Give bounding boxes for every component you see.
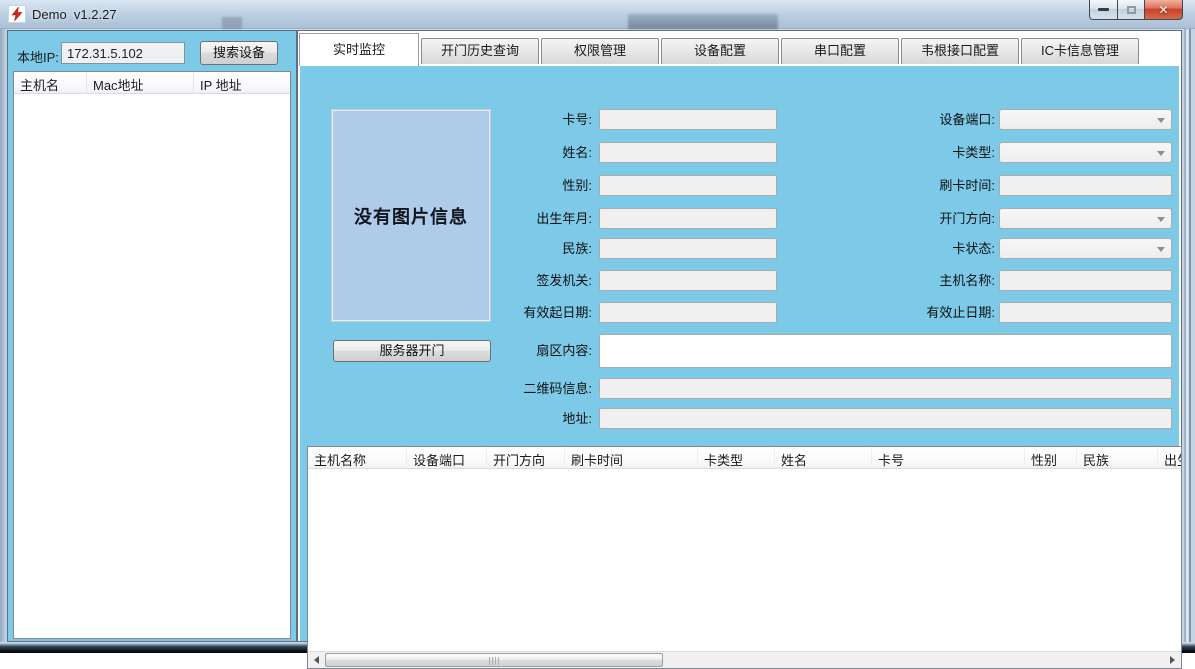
tab-strip: 实时监控 开门历史查询 权限管理 设备配置 串口配置 韦根接口配置 IC卡信息管… [299,33,1180,66]
scrollbar-grip-icon [489,657,499,665]
door-direction-dropdown[interactable] [999,208,1172,229]
column-header-mac[interactable]: Mac地址 [87,72,194,94]
scrollbar-thumb[interactable] [325,653,663,667]
server-open-door-button[interactable]: 服务器开门 [333,340,491,362]
chevron-down-icon [1157,217,1165,222]
sector-content-field[interactable] [599,334,1172,368]
name-field[interactable] [599,142,777,163]
birth-date-field[interactable] [599,208,777,229]
glass-reflection [222,17,242,29]
caret-left-icon [314,656,319,664]
column-header-ip[interactable]: IP 地址 [194,72,290,94]
column-header-hostname[interactable]: 主机名 [14,72,87,94]
card-number-field[interactable] [599,109,777,130]
tab-door-history-query[interactable]: 开门历史查询 [421,38,539,64]
device-port-dropdown[interactable] [999,109,1172,130]
address-label: 地址: [510,408,592,429]
tab-serial-config[interactable]: 串口配置 [781,38,899,64]
swipe-event-table[interactable]: 主机名称 设备端口 开门方向 刷卡时间 卡类型 姓名 卡号 性别 民族 出生年月 [307,446,1182,669]
scroll-right-button[interactable] [1164,652,1181,668]
maximize-icon [1127,6,1136,14]
device-port-label: 设备端口: [845,109,995,130]
tab-ic-card-management[interactable]: IC卡信息管理 [1021,38,1139,64]
address-field[interactable] [599,408,1172,429]
device-search-panel: 本地IP: 搜索设备 主机名 Mac地址 IP 地址 [7,30,297,642]
chevron-down-icon [1157,247,1165,252]
minimize-icon [1098,8,1109,11]
valid-until-field[interactable] [999,302,1172,323]
app-window: Demo v1.2.27 ✕ 本地IP: 搜索设备 主机名 Mac地址 IP 地… [0,0,1195,653]
chevron-down-icon [1157,151,1165,156]
glass-reflection [628,14,778,29]
card-status-dropdown[interactable] [999,238,1172,259]
chevron-down-icon [1157,118,1165,123]
column-header-device-port[interactable]: 设备端口 [407,447,487,469]
gender-label: 性别: [440,175,592,196]
scroll-left-button[interactable] [308,652,325,668]
minimize-button[interactable] [1089,0,1118,20]
column-header-name[interactable]: 姓名 [775,447,872,469]
host-name-label: 主机名称: [845,270,995,291]
close-icon: ✕ [1158,3,1168,17]
tab-realtime-monitor[interactable]: 实时监控 [299,33,419,66]
qr-code-info-label: 二维码信息: [490,378,592,399]
sector-content-label: 扇区内容: [510,340,592,361]
valid-until-label: 有效止日期: [845,302,995,323]
qr-code-info-field[interactable] [599,378,1172,399]
door-direction-label: 开门方向: [845,208,995,229]
card-number-label: 卡号: [440,109,592,130]
valid-from-label: 有效起日期: [440,302,592,323]
ethnicity-field[interactable] [599,238,777,259]
column-header-door-direction[interactable]: 开门方向 [487,447,565,469]
birth-date-label: 出生年月: [440,208,592,229]
close-button[interactable]: ✕ [1144,0,1183,20]
card-type-dropdown[interactable] [999,142,1172,163]
card-status-label: 卡状态: [845,238,995,259]
caret-right-icon [1170,656,1175,664]
window-border-right [1182,29,1195,642]
issuing-authority-label: 签发机关: [440,270,592,291]
caption-button-group: ✕ [1090,0,1183,20]
local-ip-input[interactable] [61,42,185,64]
issuing-authority-field[interactable] [599,270,777,291]
column-header-host-name[interactable]: 主机名称 [308,447,407,469]
window-border-left [0,29,7,642]
swipe-time-label: 刷卡时间: [845,175,995,196]
tab-permission-management[interactable]: 权限管理 [541,38,659,64]
event-table-header: 主机名称 设备端口 开门方向 刷卡时间 卡类型 姓名 卡号 性别 民族 出生年月 [308,447,1181,469]
event-table-body [308,469,1181,651]
app-logo-lightning-icon [8,5,26,23]
host-name-field[interactable] [999,270,1172,291]
window-title: Demo v1.2.27 [32,7,117,22]
tab-device-config[interactable]: 设备配置 [661,38,779,64]
valid-from-field[interactable] [599,302,777,323]
device-list-header: 主机名 Mac地址 IP 地址 [14,72,290,94]
gender-field[interactable] [599,175,777,196]
ethnicity-label: 民族: [440,238,592,259]
maximize-button[interactable] [1117,0,1145,20]
main-panel: 实时监控 开门历史查询 权限管理 设备配置 串口配置 韦根接口配置 IC卡信息管… [297,30,1182,642]
horizontal-scrollbar[interactable] [308,651,1181,668]
local-ip-label: 本地IP: [17,47,59,66]
column-header-swipe-time[interactable]: 刷卡时间 [565,447,698,469]
swipe-time-field[interactable] [999,175,1172,196]
card-type-label: 卡类型: [845,142,995,163]
device-list[interactable]: 主机名 Mac地址 IP 地址 [13,71,291,639]
search-devices-button[interactable]: 搜索设备 [200,41,278,65]
title-bar[interactable]: Demo v1.2.27 ✕ [0,0,1195,29]
realtime-monitor-page: 没有图片信息 服务器开门 卡号: 姓名: 性别: 出生年月: 民族: 签发机关:… [300,66,1179,641]
tab-wiegand-config[interactable]: 韦根接口配置 [901,38,1019,64]
column-header-birth-date[interactable]: 出生年月 [1158,447,1181,469]
column-header-gender[interactable]: 性别 [1025,447,1077,469]
column-header-card-number[interactable]: 卡号 [872,447,1025,469]
column-header-card-type[interactable]: 卡类型 [698,447,775,469]
name-label: 姓名: [440,142,592,163]
column-header-ethnicity[interactable]: 民族 [1077,447,1158,469]
